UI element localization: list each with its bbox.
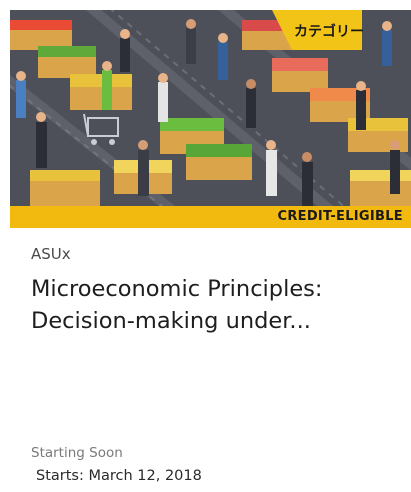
course-card[interactable]: カテゴリー CREDIT-ELIGIBLE ASUx Microeconomic…	[0, 0, 411, 492]
credit-eligible-banner: CREDIT-ELIGIBLE	[10, 206, 411, 228]
course-organization: ASUx	[31, 245, 71, 263]
credit-eligible-label: CREDIT-ELIGIBLE	[277, 209, 403, 224]
course-status: Starting Soon	[31, 445, 123, 461]
market-illustration: カテゴリー	[10, 10, 411, 206]
svg-text:カテゴリー: カテゴリー	[294, 23, 364, 40]
course-title[interactable]: Microeconomic Principles: Decision-makin…	[31, 273, 401, 337]
course-card-body: ASUx Microeconomic Principles: Decision-…	[10, 228, 411, 492]
course-start-date: Starts: March 12, 2018	[36, 468, 202, 484]
course-image[interactable]: カテゴリー	[10, 10, 411, 206]
